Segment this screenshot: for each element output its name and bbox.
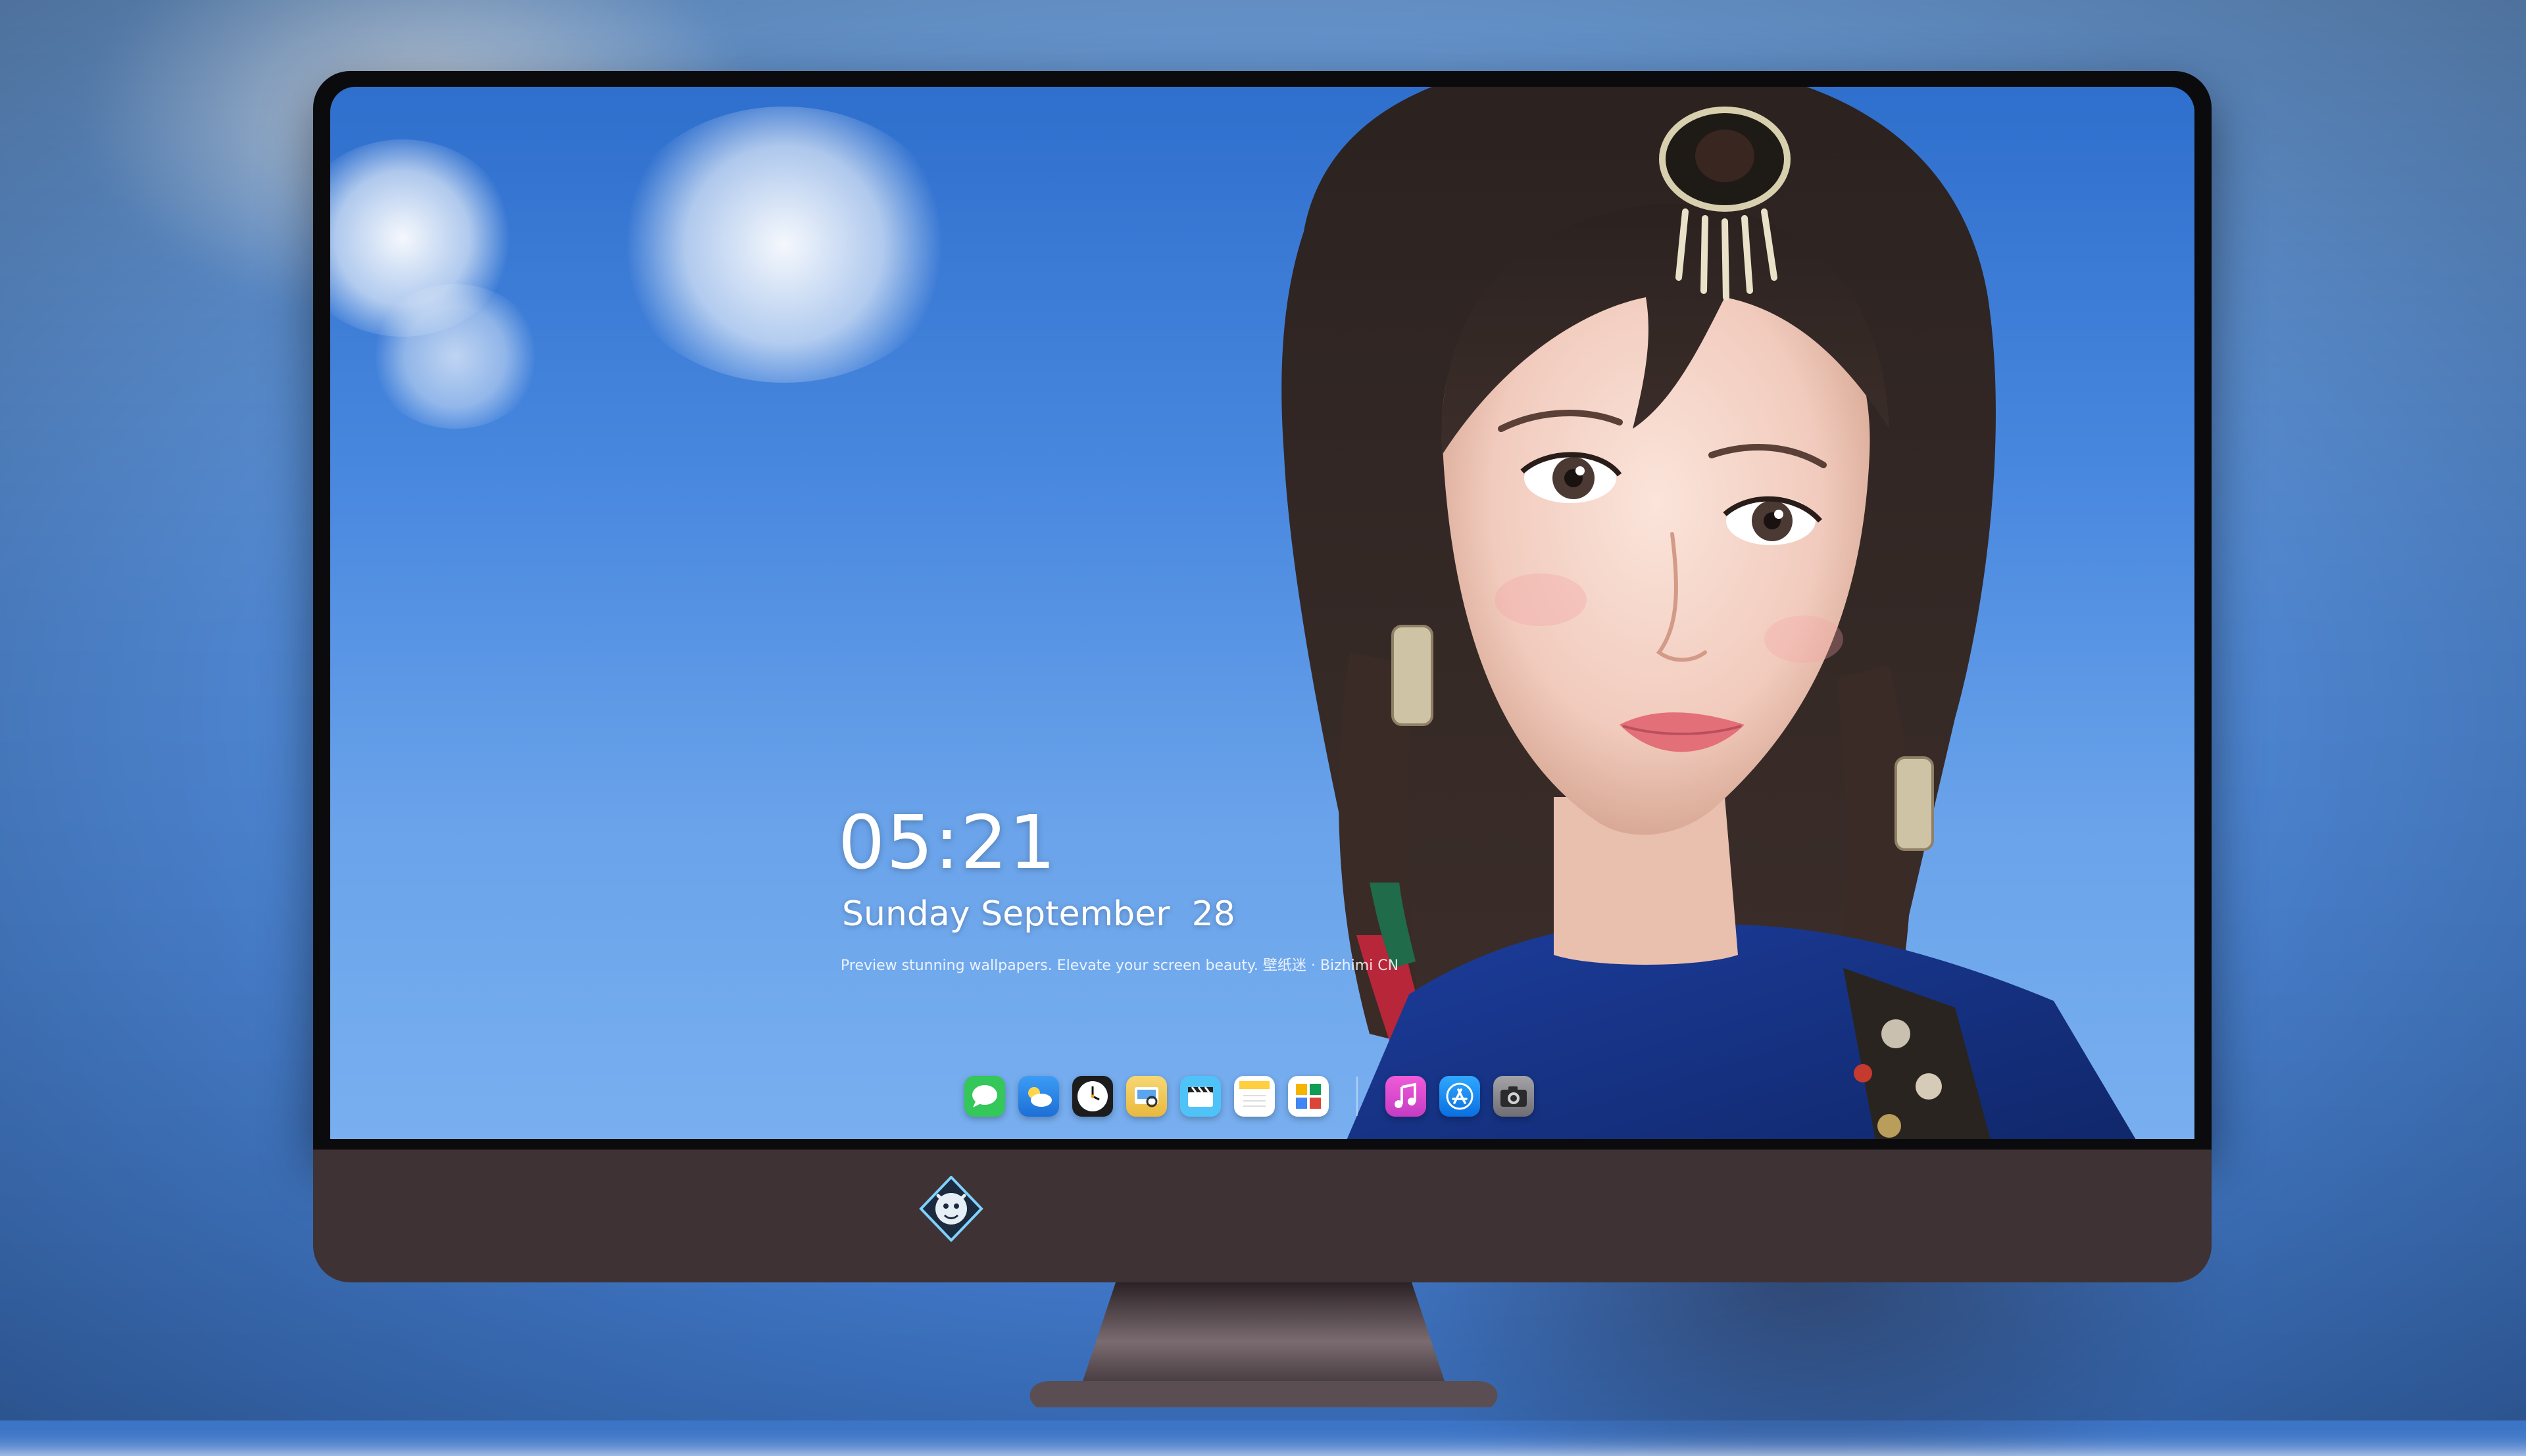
app-store-icon[interactable] — [1439, 1076, 1480, 1117]
lock-date: Sunday September 28 — [842, 894, 1235, 934]
monitor: 05:21 Sunday September 28 Preview stunni… — [313, 71, 2212, 1407]
messages-icon[interactable] — [964, 1076, 1005, 1117]
dragon-emblem-icon — [919, 1176, 983, 1242]
lock-tagline: Preview stunning wallpapers. Elevate you… — [841, 958, 1399, 974]
cloud — [613, 107, 955, 383]
lock-time: 05:21 — [838, 800, 1057, 886]
lock-day: 28 — [1191, 894, 1235, 934]
lock-screen[interactable]: 05:21 Sunday September 28 Preview stunni… — [330, 87, 2194, 1139]
monitor-bezel: 05:21 Sunday September 28 Preview stunni… — [313, 71, 2212, 1150]
notes-icon[interactable] — [1234, 1076, 1275, 1117]
camera-icon[interactable] — [1493, 1076, 1534, 1117]
monitor-chin — [313, 1150, 2212, 1282]
wallpaper-portrait — [1281, 87, 2136, 1139]
lock-weekday: Sunday — [842, 894, 970, 934]
dock — [958, 1060, 1576, 1132]
cloud — [370, 284, 541, 429]
dock-separator — [1356, 1077, 1358, 1116]
monitor-stand — [1029, 1282, 1498, 1407]
clock-icon[interactable] — [1072, 1076, 1113, 1117]
preview-icon[interactable] — [1126, 1076, 1167, 1117]
photo-grid-icon[interactable] — [1288, 1076, 1329, 1117]
weather-icon[interactable] — [1018, 1076, 1059, 1117]
clapperboard-icon[interactable] — [1180, 1076, 1221, 1117]
lock-month: September — [981, 894, 1170, 934]
music-note-icon[interactable] — [1385, 1076, 1426, 1117]
